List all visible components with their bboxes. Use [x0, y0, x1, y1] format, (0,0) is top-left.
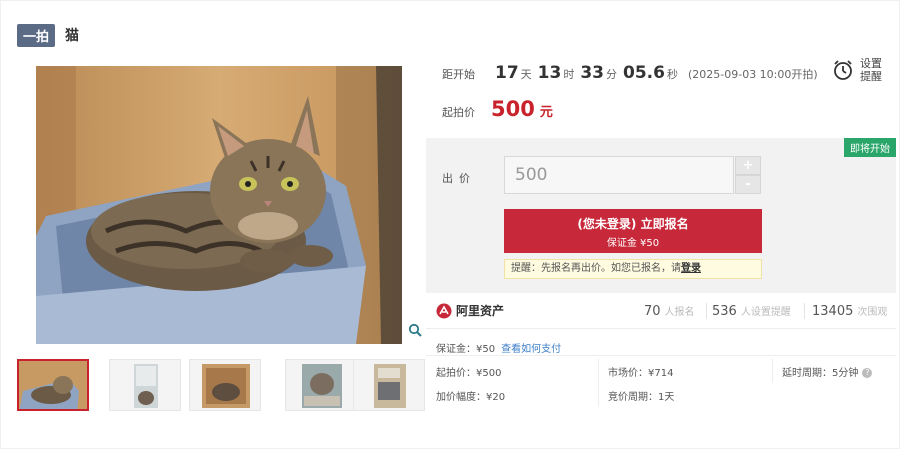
- start-price-label: 起拍价: [442, 106, 475, 119]
- stat-views: 13405 次围观: [812, 303, 887, 319]
- help-icon[interactable]: ?: [862, 368, 873, 378]
- login-tip: 提醒：先报名再出价。如您已报名，请登录: [504, 259, 762, 279]
- how-to-pay-link[interactable]: 查看如何支付: [501, 344, 561, 355]
- countdown-seconds-unit: 秒: [666, 68, 678, 81]
- divider: [706, 303, 707, 319]
- countdown-days-unit: 天: [520, 68, 532, 81]
- main-product-image[interactable]: [36, 66, 402, 344]
- ali-assets-logo-icon: [436, 303, 452, 318]
- set-reminder-button[interactable]: 设置提醒: [832, 53, 894, 87]
- thumbnail-image: [286, 360, 356, 410]
- bid-label: 出价: [442, 172, 476, 185]
- item-title: 猫: [65, 28, 80, 44]
- alarm-clock-icon: [834, 60, 852, 80]
- thumbnail-image: [19, 361, 87, 409]
- thumbnail-1[interactable]: [17, 359, 89, 411]
- start-price-value: 500: [491, 97, 535, 121]
- thumbnail-5[interactable]: [353, 359, 425, 411]
- login-link[interactable]: 登录: [681, 263, 701, 274]
- item-header: 一拍 猫: [17, 23, 79, 47]
- stat-reminders: 536 人设置提醒: [712, 303, 791, 319]
- countdown-days: 17: [495, 63, 519, 83]
- stat-value: 536: [712, 304, 737, 319]
- countdown-label: 距开始: [442, 68, 475, 81]
- register-now-button[interactable]: (您未登录) 立即报名 保证金 ¥50: [504, 209, 762, 253]
- thumbnail-image: [354, 360, 424, 410]
- zoom-icon[interactable]: [408, 323, 422, 337]
- thumbnail-image: [110, 360, 180, 410]
- auction-page: 一拍 猫 距开始 17 天 13 时 33 分 05.6 秒 (2025-09-…: [0, 0, 900, 449]
- info-start-price: 起拍价：¥500: [436, 368, 502, 379]
- auction-summary: 距开始 17 天 13 时 33 分 05.6 秒 (2025-09-03 10…: [426, 49, 896, 139]
- info-increment: 加价幅度：¥20: [436, 392, 506, 403]
- divider: [598, 359, 599, 407]
- decrease-bid-button[interactable]: -: [735, 175, 761, 194]
- deposit-row: 保证金：¥50 查看如何支付: [436, 340, 561, 355]
- bid-panel: 即将开始 出价 500 + - (您未登录) 立即报名 保证金 ¥50 提醒：先…: [426, 138, 896, 293]
- status-badge: 即将开始: [844, 138, 896, 157]
- countdown-hours-unit: 时: [563, 68, 575, 81]
- thumbnail-2[interactable]: [109, 359, 181, 411]
- stat-registered: 70 人报名: [644, 303, 695, 319]
- stat-label: 人设置提醒: [740, 307, 791, 318]
- thumbnail-3[interactable]: [189, 359, 261, 411]
- start-datetime: (2025-09-03 10:00开拍): [687, 68, 818, 81]
- bid-stepper: + -: [735, 156, 761, 194]
- start-price-row: 起拍价 500 元: [442, 97, 553, 121]
- stat-label: 次围观: [857, 307, 888, 318]
- register-button-label: (您未登录) 立即报名: [577, 217, 689, 231]
- info-market-price: 市场价：¥714: [608, 368, 674, 379]
- set-reminder-label: 设置提醒: [860, 57, 882, 83]
- divider: [426, 355, 896, 356]
- delay-text: 延时周期：5分钟: [782, 368, 859, 379]
- auction-info: 保证金：¥50 查看如何支付 起拍价：¥500 市场价：¥714 延时周期：5分钟…: [426, 331, 896, 411]
- bid-amount-input[interactable]: 500: [504, 156, 734, 194]
- countdown-minutes-unit: 分: [606, 68, 618, 81]
- info-delay-period: 延时周期：5分钟?: [782, 364, 873, 379]
- stat-value: 70: [644, 304, 661, 319]
- deposit-text: 保证金：¥50: [436, 344, 496, 355]
- thumbnail-image: [190, 360, 260, 410]
- countdown-hours: 13: [537, 63, 562, 83]
- platform-name: 阿里资产: [456, 304, 505, 318]
- auction-type-badge: 一拍: [17, 23, 56, 47]
- start-price-unit: 元: [539, 105, 553, 120]
- stat-value: 13405: [812, 304, 854, 319]
- cat-photo: [36, 66, 402, 344]
- countdown-seconds: 05.6: [623, 63, 665, 83]
- register-deposit-label: 保证金 ¥50: [606, 238, 660, 249]
- stats-bar: 阿里资产 70 人报名 536 人设置提醒 13405 次围观: [426, 293, 896, 329]
- increase-bid-button[interactable]: +: [735, 156, 761, 175]
- tip-text: 提醒：先报名再出价。如您已报名，请: [511, 263, 681, 274]
- info-auction-period: 竞价周期：1天: [608, 392, 675, 403]
- divider: [772, 359, 773, 383]
- countdown-minutes: 33: [580, 63, 605, 83]
- thumbnail-4[interactable]: [285, 359, 357, 411]
- countdown: 距开始 17 天 13 时 33 分 05.6 秒 (2025-09-03 10…: [442, 63, 818, 83]
- platform-logo: 阿里资产: [436, 302, 504, 319]
- stat-label: 人报名: [664, 307, 695, 318]
- divider: [804, 303, 805, 319]
